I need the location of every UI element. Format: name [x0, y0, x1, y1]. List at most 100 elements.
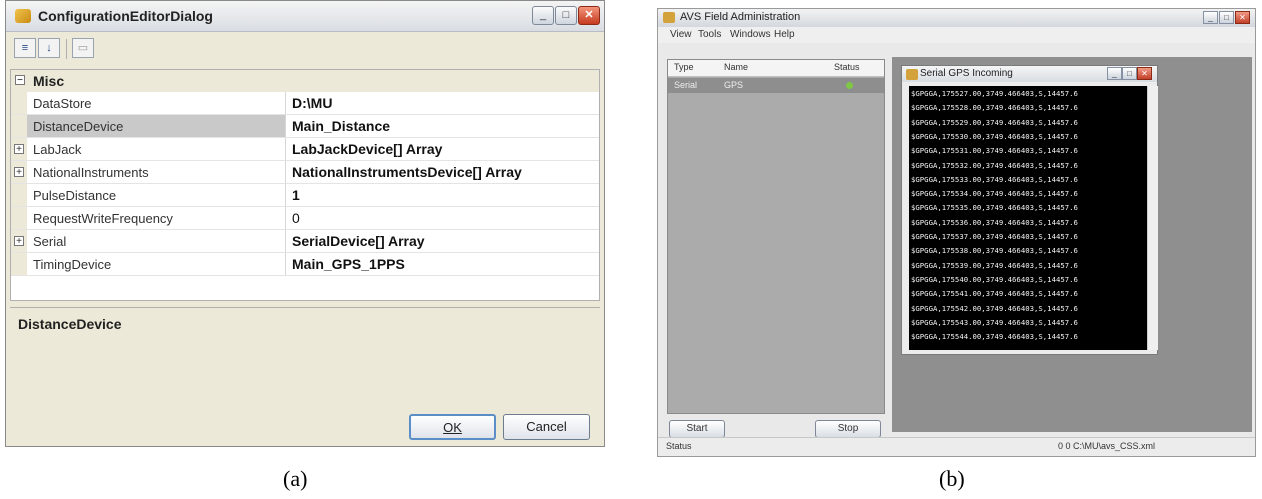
terminal-line: $GPGGA,175527.00,3749.466403,S,14457.6 [911, 89, 1078, 98]
property-row[interactable]: DistanceDevice Main_Distance [11, 115, 599, 138]
column-divider[interactable] [285, 230, 286, 252]
close-button[interactable]: ✕ [1235, 11, 1250, 24]
ok-button-label: OK [443, 420, 462, 435]
terminal-line: $GPGGA,175530.00,3749.466403,S,14457.6 [911, 131, 1078, 141]
property-value[interactable]: Main_Distance [292, 118, 390, 134]
property-value[interactable]: SerialDevice[] Array [292, 233, 425, 249]
expand-icon[interactable]: + [14, 167, 24, 178]
property-name: RequestWriteFrequency [33, 211, 173, 226]
property-name: TimingDevice [33, 257, 112, 272]
category-label: Misc [33, 73, 65, 89]
column-divider[interactable] [285, 161, 286, 183]
property-pages-icon[interactable]: ▭ [72, 38, 94, 58]
expand-icon[interactable]: + [14, 144, 24, 155]
column-divider[interactable] [285, 253, 286, 275]
property-name: DataStore [33, 96, 92, 111]
status-text: Status [666, 441, 692, 451]
status-file-path: 0 0 C:\MU\avs_CSS.xml [1058, 441, 1156, 451]
terminal-line: $GPGGA,175538.00,3749.466403,S,14457.6 [911, 246, 1078, 256]
terminal-line: $GPGGA,175537.00,3749.466403,S,14457.6 [911, 232, 1078, 241]
property-row[interactable]: RequestWriteFrequency 0 [11, 207, 599, 230]
property-gutter [11, 207, 27, 229]
terminal-line: $GPGGA,175528.00,3749.466403,S,14457.6 [911, 103, 1078, 113]
property-row[interactable]: + NationalInstruments NationalInstrumentsD… [11, 161, 599, 184]
ok-button[interactable]: OK [409, 414, 496, 440]
cancel-button-label: Cancel [526, 419, 567, 434]
serial-gps-window: Serial GPS Incoming _ □ ✕ $GPGGA,175527.… [901, 65, 1158, 355]
stop-button[interactable]: Stop [815, 420, 881, 438]
description-pane: DistanceDevice [10, 307, 600, 398]
categorized-icon[interactable]: ≡ [14, 38, 36, 58]
column-divider[interactable] [285, 138, 286, 160]
title-bar: ConfigurationEditorDialog _ □ ✕ [6, 1, 604, 32]
device-name: GPS [724, 80, 744, 90]
expand-icon[interactable]: + [14, 236, 24, 247]
menu-tools[interactable]: Tools [698, 29, 721, 40]
serial-window-icon [906, 69, 918, 80]
property-value[interactable]: 0 [292, 210, 300, 226]
serial-window-title-bar: Serial GPS Incoming _ □ ✕ [902, 66, 1157, 82]
property-value[interactable]: NationalInstrumentsDevice[] Array [292, 164, 522, 180]
property-gutter [11, 253, 27, 275]
property-row[interactable]: DataStore D:\MU [11, 92, 599, 115]
minimize-button[interactable]: _ [1203, 11, 1218, 24]
category-row-misc[interactable]: − Misc [11, 70, 599, 92]
property-value[interactable]: LabJackDevice[] Array [292, 141, 442, 157]
property-value[interactable]: D:\MU [292, 95, 332, 111]
property-gutter [11, 115, 27, 137]
terminal-line: $GPGGA,175535.00,3749.466403,S,14457.6 [911, 203, 1078, 213]
menu-help[interactable]: Help [774, 29, 795, 40]
close-button[interactable]: ✕ [578, 6, 600, 25]
property-row[interactable]: + Serial SerialDevice[] Array [11, 230, 599, 253]
serial-window-title: Serial GPS Incoming [920, 68, 1013, 79]
property-grid: − Misc DataStore D:\MU DistanceDevice Main_… [10, 69, 600, 301]
terminal-line: $GPGGA,175532.00,3749.466403,S,14457.6 [911, 160, 1078, 170]
minimize-button[interactable]: _ [532, 6, 554, 25]
start-button-label: Start [686, 423, 708, 434]
column-status[interactable]: Status [834, 62, 860, 72]
property-value[interactable]: 1 [292, 187, 300, 203]
start-button[interactable]: Start [669, 420, 725, 438]
terminal-line: $GPGGA,175542.00,3749.466403,S,14457.6 [911, 303, 1078, 313]
caption-a: (a) [283, 466, 308, 491]
property-name: PulseDistance [33, 188, 117, 203]
property-gutter [11, 184, 27, 206]
serial-close-button[interactable]: ✕ [1137, 67, 1152, 80]
terminal-scrollbar[interactable] [1147, 86, 1158, 350]
description-title: DistanceDevice [18, 316, 122, 332]
property-row[interactable]: + LabJack LabJackDevice[] Array [11, 138, 599, 161]
status-indicator-icon [846, 82, 853, 89]
column-divider[interactable] [285, 115, 286, 137]
terminal-line: $GPGGA,175529.00,3749.466403,S,14457.6 [911, 117, 1078, 127]
property-gutter [11, 92, 27, 114]
cancel-button[interactable]: Cancel [503, 414, 590, 440]
window-title: AVS Field Administration [680, 11, 801, 23]
maximize-button[interactable]: □ [555, 6, 577, 25]
maximize-button[interactable]: □ [1219, 11, 1234, 24]
property-name: Serial [33, 234, 67, 249]
serial-terminal-output[interactable]: $GPGGA,175527.00,3749.466403,S,14457.6 $G… [909, 86, 1147, 350]
serial-minimize-button[interactable]: _ [1107, 67, 1122, 80]
menu-bar: View Tools Windows Help [658, 27, 1255, 43]
terminal-line: $GPGGA,175536.00,3749.466403,S,14457.6 [911, 217, 1078, 227]
alphabetical-sort-icon[interactable]: ↓ [38, 38, 60, 58]
device-list: Type Name Status Serial GPS [667, 59, 885, 414]
avs-field-administration-window: AVS Field Administration _ □ ✕ View Tool… [657, 8, 1256, 457]
serial-maximize-button[interactable]: □ [1122, 67, 1137, 80]
menu-windows[interactable]: Windows [730, 29, 771, 40]
column-name[interactable]: Name [724, 62, 748, 72]
column-divider[interactable] [285, 92, 286, 114]
toolbar-separator [66, 39, 67, 59]
device-row[interactable]: Serial GPS [668, 78, 884, 93]
terminal-line: $GPGGA,175540.00,3749.466403,S,14457.6 [911, 274, 1078, 284]
property-row[interactable]: PulseDistance 1 [11, 184, 599, 207]
property-value[interactable]: Main_GPS_1PPS [292, 256, 405, 272]
column-divider[interactable] [285, 207, 286, 229]
terminal-line: $GPGGA,175539.00,3749.466403,S,14457.6 [911, 260, 1078, 270]
property-row[interactable]: TimingDevice Main_GPS_1PPS [11, 253, 599, 276]
column-type[interactable]: Type [674, 62, 694, 72]
column-divider[interactable] [285, 184, 286, 206]
menu-view[interactable]: View [670, 29, 692, 40]
device-list-header: Type Name Status [668, 60, 884, 77]
collapse-icon[interactable]: − [15, 75, 25, 86]
